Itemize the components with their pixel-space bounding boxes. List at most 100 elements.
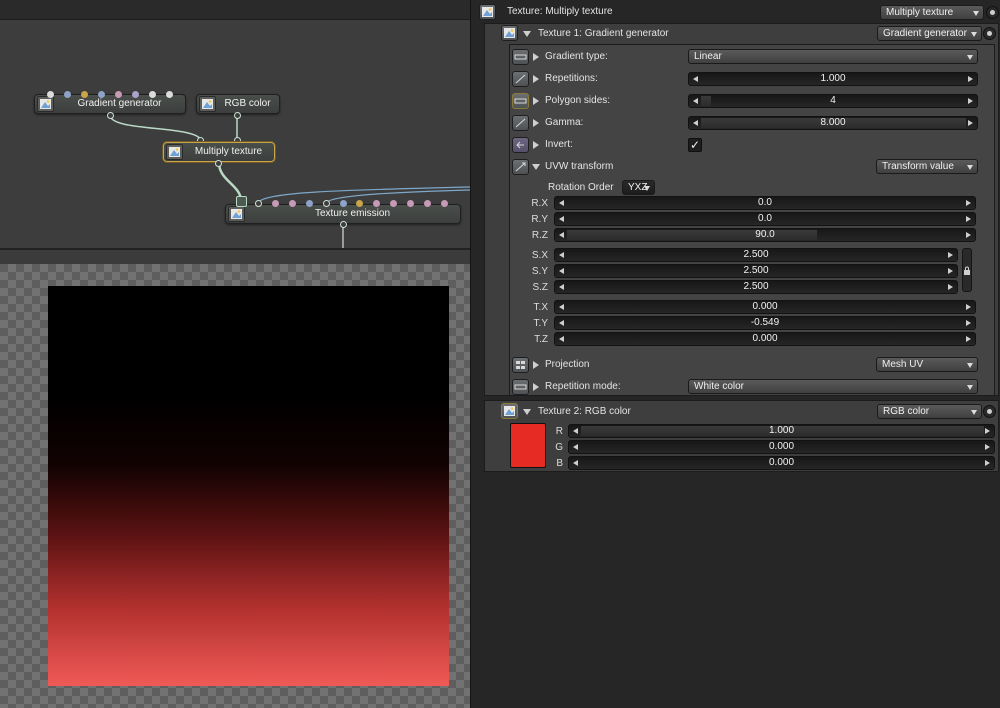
- enum-param-icon[interactable]: [512, 49, 529, 65]
- node-type-dropdown[interactable]: Multiply texture: [880, 5, 984, 20]
- increment-arrow-icon[interactable]: [966, 336, 971, 342]
- eye-icon[interactable]: [983, 405, 996, 418]
- connected-input-port[interactable]: [236, 196, 247, 207]
- eye-icon[interactable]: [983, 27, 996, 40]
- texture-icon[interactable]: [479, 4, 496, 20]
- enum-param-icon[interactable]: [512, 379, 529, 395]
- texture2-type-dropdown[interactable]: RGB color: [877, 404, 982, 419]
- input-pin[interactable]: [149, 91, 156, 98]
- node-multiply-texture[interactable]: Multiply texture: [163, 142, 275, 162]
- input-pin[interactable]: [166, 91, 173, 98]
- projection-param-icon[interactable]: [512, 357, 529, 373]
- gradient-type-dropdown[interactable]: Linear: [688, 49, 978, 64]
- polygon-sides-slider[interactable]: 4: [688, 94, 978, 108]
- input-pin[interactable]: [98, 91, 105, 98]
- expand-triangle-icon[interactable]: [533, 53, 539, 61]
- input-pin[interactable]: [340, 200, 347, 207]
- transform-param-icon[interactable]: [512, 159, 529, 175]
- input-pin[interactable]: [132, 91, 139, 98]
- scale-lock-toggle[interactable]: [962, 248, 972, 292]
- param-projection: Projection Mesh UV: [510, 356, 994, 374]
- expand-triangle-icon[interactable]: [533, 119, 539, 127]
- increment-arrow-icon[interactable]: [966, 320, 971, 326]
- chevron-down-icon: [644, 186, 650, 191]
- render-viewport[interactable]: [0, 264, 470, 708]
- input-pin[interactable]: [373, 200, 380, 207]
- output-port[interactable]: [215, 160, 222, 167]
- output-port[interactable]: [340, 221, 347, 228]
- increment-arrow-icon[interactable]: [968, 76, 973, 82]
- input-pin[interactable]: [424, 200, 431, 207]
- increment-arrow-icon[interactable]: [985, 460, 990, 466]
- increment-arrow-icon[interactable]: [968, 98, 973, 104]
- node-graph-editor[interactable]: Gradient generator RGB color Multiply te…: [0, 0, 470, 248]
- output-port[interactable]: [107, 112, 114, 119]
- expand-triangle-icon[interactable]: [533, 75, 539, 83]
- input-pin[interactable]: [407, 200, 414, 207]
- projection-dropdown[interactable]: Mesh UV: [876, 357, 978, 372]
- rx-value: 0.0: [758, 197, 772, 208]
- ty-slider[interactable]: -0.549: [554, 316, 976, 330]
- uvw-type-dropdown[interactable]: Transform value: [876, 159, 978, 174]
- texture-icon[interactable]: [501, 403, 518, 419]
- gamma-slider[interactable]: 8.000: [688, 116, 978, 130]
- texture1-type-value: Gradient generator: [883, 28, 967, 39]
- float-param-icon[interactable]: [512, 71, 529, 87]
- texture1-type-dropdown[interactable]: Gradient generator: [877, 26, 982, 41]
- invert-checkbox[interactable]: ✓: [688, 138, 702, 152]
- input-pin[interactable]: [47, 91, 54, 98]
- rotation-order-dropdown[interactable]: YXZ: [622, 180, 655, 195]
- increment-arrow-icon[interactable]: [948, 268, 953, 274]
- input-pin[interactable]: [441, 200, 448, 207]
- input-port[interactable]: [255, 200, 262, 207]
- increment-arrow-icon[interactable]: [948, 252, 953, 258]
- increment-arrow-icon[interactable]: [966, 200, 971, 206]
- sy-slider[interactable]: 2.500: [554, 264, 958, 278]
- sz-slider[interactable]: 2.500: [554, 280, 958, 294]
- expand-triangle-icon[interactable]: [533, 141, 539, 149]
- input-pin[interactable]: [289, 200, 296, 207]
- node-gradient-generator[interactable]: Gradient generator: [34, 94, 186, 114]
- splitter-bar[interactable]: [0, 248, 470, 264]
- r-slider[interactable]: 1.000: [568, 424, 995, 438]
- increment-arrow-icon[interactable]: [966, 232, 971, 238]
- repetition-mode-dropdown[interactable]: White color: [688, 379, 978, 394]
- increment-arrow-icon[interactable]: [985, 428, 990, 434]
- input-pin[interactable]: [306, 200, 313, 207]
- input-pin[interactable]: [356, 200, 363, 207]
- input-pin[interactable]: [64, 91, 71, 98]
- b-slider[interactable]: 0.000: [568, 456, 995, 470]
- collapse-triangle-icon[interactable]: [523, 409, 531, 415]
- increment-arrow-icon[interactable]: [966, 304, 971, 310]
- ry-slider[interactable]: 0.0: [554, 212, 976, 226]
- input-pin[interactable]: [390, 200, 397, 207]
- float-param-icon[interactable]: [512, 115, 529, 131]
- bool-param-icon[interactable]: [512, 137, 529, 153]
- sx-slider[interactable]: 2.500: [554, 248, 958, 262]
- expand-triangle-icon[interactable]: [533, 97, 539, 105]
- texture-icon[interactable]: [501, 25, 518, 41]
- collapse-triangle-icon[interactable]: [532, 164, 540, 170]
- increment-arrow-icon[interactable]: [948, 284, 953, 290]
- r-label: R: [555, 426, 563, 437]
- increment-arrow-icon[interactable]: [968, 120, 973, 126]
- repetitions-slider[interactable]: 1.000: [688, 72, 978, 86]
- tz-slider[interactable]: 0.000: [554, 332, 976, 346]
- eye-icon[interactable]: [986, 6, 999, 19]
- expand-triangle-icon[interactable]: [533, 383, 539, 391]
- expand-triangle-icon[interactable]: [533, 361, 539, 369]
- int-param-icon[interactable]: [512, 93, 529, 109]
- tx-slider[interactable]: 0.000: [554, 300, 976, 314]
- increment-arrow-icon[interactable]: [966, 216, 971, 222]
- rx-slider[interactable]: 0.0: [554, 196, 976, 210]
- input-port[interactable]: [323, 200, 330, 207]
- input-pin[interactable]: [115, 91, 122, 98]
- increment-arrow-icon[interactable]: [985, 444, 990, 450]
- input-pin[interactable]: [81, 91, 88, 98]
- input-pin[interactable]: [272, 200, 279, 207]
- collapse-triangle-icon[interactable]: [523, 31, 531, 37]
- output-port[interactable]: [234, 112, 241, 119]
- g-slider[interactable]: 0.000: [568, 440, 995, 454]
- node-rgb-color[interactable]: RGB color: [196, 94, 280, 114]
- rz-slider[interactable]: 90.0: [554, 228, 976, 242]
